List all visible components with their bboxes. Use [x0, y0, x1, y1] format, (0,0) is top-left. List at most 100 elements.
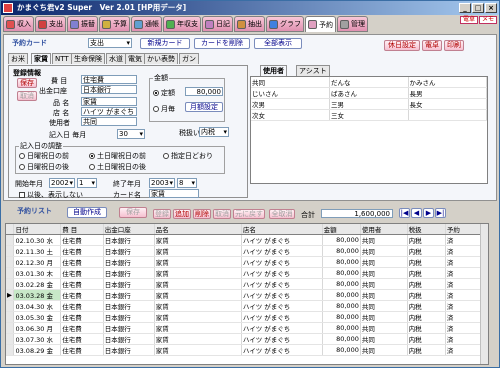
- user-grid-cell[interactable]: だんな: [329, 77, 409, 88]
- row-selector[interactable]: ▶: [6, 289, 15, 301]
- table-row[interactable]: 03.02.28 金住宅費 日本銀行 家賃 ハイツ がまぐち 80,000 共同 内税済: [6, 278, 483, 290]
- table-cell[interactable]: 共同: [360, 300, 408, 312]
- user-grid-row[interactable]: 次女 三女: [251, 109, 487, 121]
- table-cell[interactable]: 内税: [407, 256, 446, 268]
- tab-assist[interactable]: アシスト: [296, 65, 330, 76]
- table-cell[interactable]: 家賃: [154, 289, 242, 301]
- list-scrollbar[interactable]: [480, 224, 488, 364]
- table-cell[interactable]: 03.02.28 金: [13, 278, 62, 290]
- row-selector[interactable]: [6, 311, 15, 323]
- maximize-button[interactable]: □: [472, 3, 484, 13]
- table-row[interactable]: 03.04.30 水住宅費 日本銀行 家賃 ハイツ がまぐち 80,000 共同 内税済: [6, 300, 483, 312]
- table-cell[interactable]: 日本銀行: [103, 267, 155, 279]
- table-cell[interactable]: 共同: [360, 311, 408, 323]
- table-cell[interactable]: 済: [445, 322, 483, 334]
- table-cell[interactable]: 共同: [360, 234, 408, 246]
- table-cell[interactable]: 住宅費: [60, 267, 104, 279]
- table-cell[interactable]: ハイツ がまぐち: [241, 300, 323, 312]
- user-grid-cell[interactable]: 長女: [408, 98, 487, 110]
- holiday-setting-button[interactable]: 休日設定: [384, 40, 420, 51]
- table-cell[interactable]: 日本銀行: [103, 278, 155, 290]
- last-record-icon[interactable]: ▶|: [435, 208, 446, 218]
- tab-2[interactable]: 振替: [67, 16, 98, 32]
- tab-users[interactable]: 使用者: [260, 65, 287, 76]
- table-cell[interactable]: 住宅費: [60, 333, 104, 345]
- tab-1[interactable]: 支出: [35, 16, 66, 32]
- hide-checkbox[interactable]: 以後、表示しない: [19, 190, 83, 200]
- table-cell[interactable]: ハイツ がまぐち: [241, 245, 323, 257]
- column-header[interactable]: 出金口座: [103, 224, 155, 235]
- list-undo-button[interactable]: 元に戻す: [233, 209, 265, 219]
- row-selector[interactable]: [6, 333, 15, 345]
- fixed-radio[interactable]: 定額: [153, 88, 175, 98]
- table-cell[interactable]: 03.04.30 水: [13, 300, 62, 312]
- table-cell[interactable]: 住宅費: [60, 256, 104, 268]
- table-cell[interactable]: 済: [445, 245, 483, 257]
- list-save-button[interactable]: 保存: [119, 207, 147, 218]
- table-cell[interactable]: 済: [445, 333, 483, 345]
- delete-card-button[interactable]: カードを削除: [194, 38, 250, 49]
- table-cell[interactable]: 住宅費: [60, 289, 104, 301]
- expense-field[interactable]: 住宅費: [81, 75, 137, 84]
- column-header[interactable]: 金額: [322, 224, 361, 235]
- account-field[interactable]: 日本銀行: [81, 85, 137, 94]
- table-cell[interactable]: 日本銀行: [103, 344, 155, 356]
- save-card-button[interactable]: 保存: [17, 78, 37, 88]
- table-cell[interactable]: 済: [445, 311, 483, 323]
- tab-0[interactable]: 収入: [3, 16, 34, 32]
- tax-select[interactable]: 内税 ▾: [199, 127, 229, 137]
- table-cell[interactable]: ハイツ がまぐち: [241, 289, 323, 301]
- user-grid-row[interactable]: 次男 三男 長女: [251, 98, 487, 110]
- table-cell[interactable]: 住宅費: [60, 278, 104, 290]
- minimize-button[interactable]: _: [459, 3, 471, 13]
- user-grid-row[interactable]: じいさん ばあさん 長男: [251, 87, 487, 99]
- tab-8[interactable]: グラフ: [266, 16, 304, 32]
- table-cell[interactable]: 済: [445, 234, 483, 246]
- list-cancel-all-button[interactable]: 全取消: [269, 209, 295, 219]
- table-cell[interactable]: 住宅費: [60, 322, 104, 334]
- user-grid-cell[interactable]: 共同: [251, 77, 330, 88]
- card-subtab[interactable]: かい表勢: [144, 53, 178, 64]
- table-cell[interactable]: 共同: [360, 245, 408, 257]
- table-row[interactable]: 03.07.30 水住宅費 日本銀行 家賃 ハイツ がまぐち 80,000 共同 内税済: [6, 333, 483, 345]
- table-cell[interactable]: 済: [445, 289, 483, 301]
- table-cell[interactable]: 家賃: [154, 311, 242, 323]
- table-cell[interactable]: 日本銀行: [103, 300, 155, 312]
- fixed-amount-field[interactable]: 80,000: [185, 87, 223, 96]
- table-cell[interactable]: 共同: [360, 278, 408, 290]
- card-subtab[interactable]: ガン: [179, 53, 199, 64]
- table-row[interactable]: 02.10.30 水住宅費 日本銀行 家賃 ハイツ がまぐち 80,000 共同 内税済: [6, 234, 483, 246]
- table-cell[interactable]: 内税: [407, 267, 446, 279]
- table-row[interactable]: 03.01.30 木住宅費 日本銀行 家賃 ハイツ がまぐち 80,000 共同 内税済: [6, 267, 483, 279]
- table-cell[interactable]: 日本銀行: [103, 234, 155, 246]
- tab-4[interactable]: 通帳: [131, 16, 162, 32]
- column-header[interactable]: 税扱: [407, 224, 446, 235]
- auto-create-button[interactable]: 自動作成: [67, 207, 107, 218]
- calculator-top-button[interactable]: 電卓: [459, 16, 478, 24]
- table-cell[interactable]: 内税: [407, 245, 446, 257]
- table-cell[interactable]: 日本銀行: [103, 289, 155, 301]
- user-grid-cell[interactable]: 三男: [329, 98, 409, 110]
- next-record-icon[interactable]: ▶: [423, 208, 434, 218]
- row-selector[interactable]: [6, 278, 15, 290]
- table-cell[interactable]: 住宅費: [60, 300, 104, 312]
- table-row[interactable]: 02.12.30 月住宅費 日本銀行 家賃 ハイツ がまぐち 80,000 共同 内税済: [6, 256, 483, 268]
- table-cell[interactable]: 家賃: [154, 344, 242, 356]
- row-selector[interactable]: [6, 256, 15, 268]
- column-header[interactable]: 使用者: [360, 224, 408, 235]
- table-cell[interactable]: 内税: [407, 322, 446, 334]
- shop-field[interactable]: ハイツ がまぐち: [81, 107, 137, 116]
- table-row[interactable]: ▶ 03.03.28 金住宅費 日本銀行 家賃 ハイツ がまぐち 80,000 共同 内税済: [6, 289, 483, 301]
- print-button[interactable]: 印刷: [444, 40, 464, 51]
- table-cell[interactable]: 済: [445, 267, 483, 279]
- table-cell[interactable]: ハイツ がまぐち: [241, 311, 323, 323]
- table-cell[interactable]: 家賃: [154, 300, 242, 312]
- user-grid-cell[interactable]: 三女: [329, 109, 409, 121]
- table-cell[interactable]: 日本銀行: [103, 322, 155, 334]
- user-grid-row[interactable]: 共同 だんな かみさん: [251, 77, 487, 88]
- row-selector[interactable]: [6, 245, 15, 257]
- table-cell[interactable]: 02.12.30 月: [13, 256, 62, 268]
- table-row[interactable]: 03.05.30 金住宅費 日本銀行 家賃 ハイツ がまぐち 80,000 共同 内税済: [6, 311, 483, 323]
- tab-5[interactable]: 年収支: [163, 16, 201, 32]
- start-year-select[interactable]: 2002 ▾: [49, 178, 75, 188]
